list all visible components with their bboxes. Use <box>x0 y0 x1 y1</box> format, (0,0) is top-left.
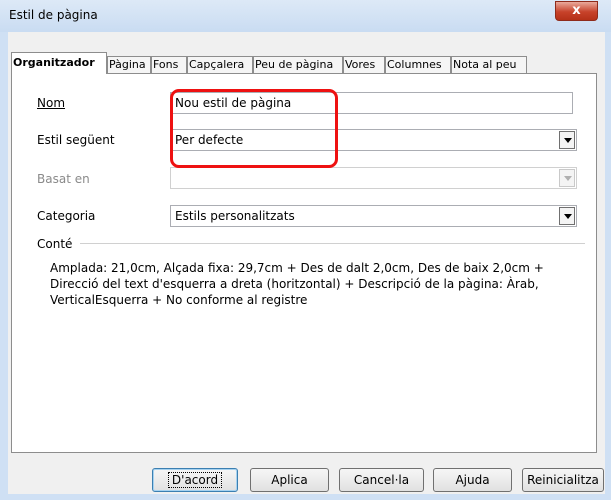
section-divider <box>80 243 585 244</box>
basat-en-label: Basat en <box>37 172 90 186</box>
categoria-label: Categoria <box>37 209 96 223</box>
tab-peu-de-pagina[interactable]: Peu de pàgina <box>253 56 343 73</box>
title-bar: Estil de pàgina x <box>0 0 611 32</box>
reinicialitza-button[interactable]: Reinicialitza <box>522 468 604 492</box>
tab-capcalera[interactable]: Capçalera <box>187 56 253 73</box>
cancela-button[interactable]: Cancel·la <box>339 468 424 492</box>
ajuda-button[interactable]: Ajuda <box>433 468 512 492</box>
highlight-annotation <box>170 89 338 168</box>
estil-seguent-label: Estil següent <box>37 133 115 147</box>
tab-pagina[interactable]: Pàgina <box>107 56 151 73</box>
window-title: Estil de pàgina <box>9 8 98 22</box>
basat-en-select <box>170 167 577 189</box>
tab-fons[interactable]: Fons <box>151 56 187 73</box>
close-button[interactable]: x <box>555 1 598 21</box>
tab-columnes[interactable]: Columnes <box>385 56 451 73</box>
close-icon: x <box>572 3 581 18</box>
nom-label: Nom <box>37 96 66 110</box>
chevron-down-icon <box>559 169 575 187</box>
chevron-down-icon[interactable] <box>559 207 575 225</box>
chevron-down-icon[interactable] <box>559 131 575 149</box>
tab-nota-al-peu[interactable]: Nota al peu <box>451 56 527 73</box>
tab-organitzador[interactable]: Organitzador <box>11 52 107 74</box>
dacord-button[interactable]: D'acord <box>152 468 238 492</box>
aplica-button[interactable]: Aplica <box>250 468 329 492</box>
conte-description: Amplada: 21,0cm, Alçada fixa: 29,7cm + D… <box>50 261 544 307</box>
conte-label: Conté <box>37 237 73 251</box>
categoria-select[interactable]: Estils personalitzats <box>170 205 577 227</box>
tab-vores[interactable]: Vores <box>343 56 385 73</box>
